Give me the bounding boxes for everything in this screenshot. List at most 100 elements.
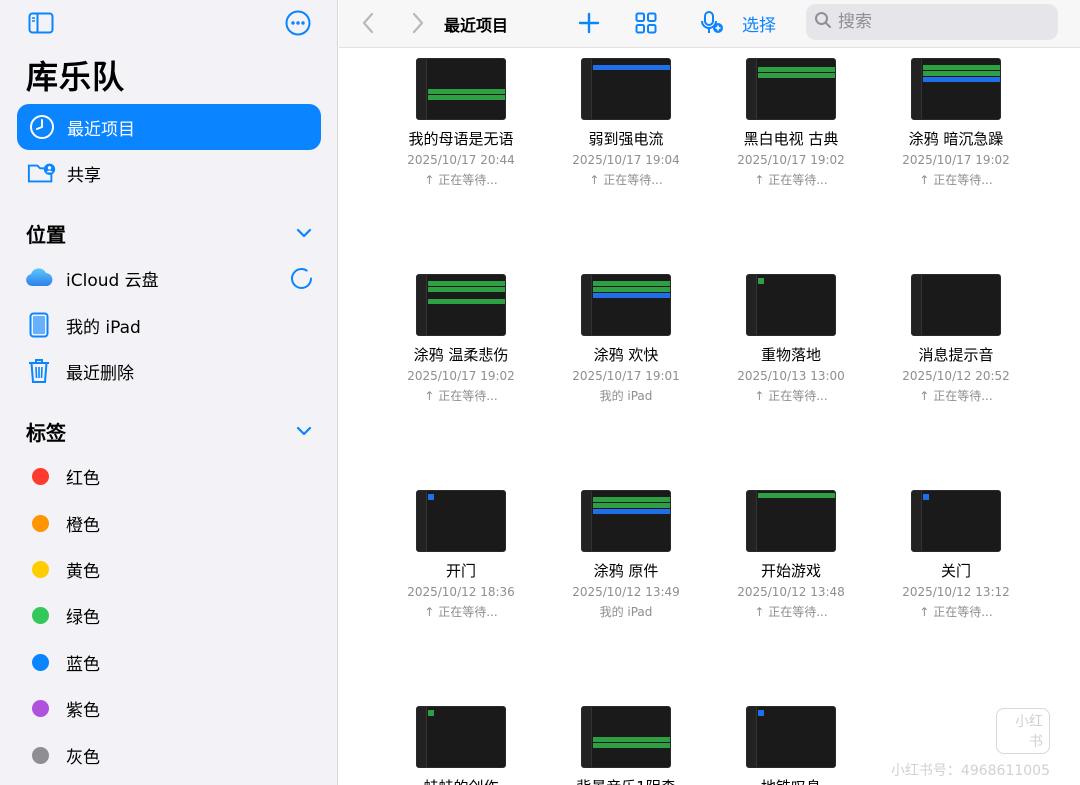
tag-label: 蓝色: [66, 654, 100, 675]
thumbnail-region: [758, 67, 835, 72]
thumbnail-track-header: [417, 491, 427, 551]
file-item[interactable]: 地铁叹息: [716, 706, 866, 785]
microphone-icon[interactable]: [698, 8, 726, 38]
tag-color-dot: [32, 699, 49, 717]
watermark-badge: 小红书: [996, 708, 1050, 754]
watermark-id: 小红书号：4968611005: [890, 763, 1050, 779]
tag-color-dot: [32, 560, 49, 578]
file-name: 我的母语是无语: [408, 130, 514, 148]
project-thumbnail[interactable]: [581, 58, 671, 120]
project-thumbnail[interactable]: [911, 58, 1001, 120]
project-thumbnail[interactable]: [746, 274, 836, 336]
sidebar-item-icloud[interactable]: iCloud 云盘: [24, 258, 324, 298]
tag-label: 橙色: [66, 515, 100, 536]
sidebar: 库乐队 最近项目 共享 位置 iCloud 云盘 我的 iPad 最近删除 标签…: [0, 0, 338, 785]
thumbnail-region: [923, 71, 1000, 76]
search-field[interactable]: [806, 4, 1058, 40]
sidebar-item-shared[interactable]: 共享: [17, 150, 321, 196]
project-thumbnail[interactable]: [416, 274, 506, 336]
project-thumbnail[interactable]: [416, 58, 506, 120]
file-status: 我的 iPad: [599, 389, 653, 403]
file-item[interactable]: 黑白电视 古典 2025/10/17 19:02 ↑ 正在等待...: [716, 58, 866, 188]
file-item[interactable]: 消息提示音 2025/10/12 20:52 ↑ 正在等待...: [881, 274, 1031, 404]
more-options-icon[interactable]: [285, 10, 311, 36]
file-item[interactable]: 背景音乐1阴森: [551, 706, 701, 785]
thumbnail-region: [593, 503, 670, 508]
thumbnail-region: [593, 65, 670, 70]
tag-color-dot: [32, 653, 49, 671]
project-thumbnail[interactable]: [746, 706, 836, 768]
project-thumbnail[interactable]: [746, 58, 836, 120]
toolbar: 最近项目 选择: [339, 0, 1080, 48]
thumbnail-region: [758, 710, 764, 716]
thumbnail-track-header: [912, 275, 922, 335]
sidebar-item-recents[interactable]: 最近项目: [17, 104, 321, 150]
clock-icon: [27, 112, 57, 142]
thumbnail-region: [923, 494, 929, 500]
file-item[interactable]: 弱到强电流 2025/10/17 19:04 ↑ 正在等待...: [551, 58, 701, 188]
add-icon[interactable]: [577, 8, 601, 38]
file-name: 关门: [940, 562, 971, 580]
project-thumbnail[interactable]: [416, 706, 506, 768]
project-thumbnail[interactable]: [416, 490, 506, 552]
thumbnail-region: [428, 287, 505, 292]
file-item[interactable]: 涂鸦 欢快 2025/10/17 19:01 我的 iPad: [551, 274, 701, 404]
tags-header: 标签: [26, 421, 66, 445]
project-thumbnail[interactable]: [581, 274, 671, 336]
search-icon: [814, 11, 832, 33]
thumbnail-region: [593, 737, 670, 742]
thumbnail-region: [758, 73, 835, 78]
file-status: ↑ 正在等待...: [919, 605, 993, 619]
sidebar-item-tag[interactable]: 紫色: [32, 693, 100, 723]
file-status: 我的 iPad: [599, 605, 653, 619]
sidebar-item-tag[interactable]: 蓝色: [32, 647, 100, 677]
thumbnail-region: [428, 281, 505, 286]
tag-color-dot: [32, 606, 49, 624]
file-item[interactable]: 涂鸦 原件 2025/10/12 13:49 我的 iPad: [551, 490, 701, 620]
file-item[interactable]: 我的母语是无语 2025/10/17 20:44 ↑ 正在等待...: [386, 58, 536, 188]
file-status: ↑ 正在等待...: [424, 605, 498, 619]
thumbnail-track-header: [747, 491, 757, 551]
back-chevron-icon[interactable]: [357, 8, 379, 38]
chevron-down-icon[interactable]: [295, 224, 313, 242]
tag-color-dot: [32, 746, 49, 764]
file-name: 重物落地: [760, 346, 821, 364]
sidebar-item-recently-deleted[interactable]: 最近删除: [24, 351, 324, 391]
thumbnail-region: [923, 65, 1000, 70]
sidebar-item-tag[interactable]: 绿色: [32, 600, 100, 630]
project-thumbnail[interactable]: [746, 490, 836, 552]
sidebar-item-tag[interactable]: 黄色: [32, 554, 100, 584]
project-thumbnail[interactable]: [911, 490, 1001, 552]
grid-view-icon[interactable]: [633, 8, 659, 38]
project-thumbnail[interactable]: [911, 274, 1001, 336]
thumbnail-region: [593, 509, 670, 514]
file-item[interactable]: 涂鸦 温柔悲伤 2025/10/17 19:02 ↑ 正在等待...: [386, 274, 536, 404]
thumbnail-region: [428, 299, 505, 304]
forward-chevron-icon[interactable]: [407, 8, 429, 38]
sidebar-item-label: 最近项目: [67, 119, 135, 140]
thumbnail-track-header: [582, 59, 592, 119]
file-item[interactable]: 关门 2025/10/12 13:12 ↑ 正在等待...: [881, 490, 1031, 620]
file-date: 2025/10/13 13:00: [737, 369, 845, 383]
select-button[interactable]: 选择: [742, 11, 776, 36]
sidebar-item-tag[interactable]: 灰色: [32, 740, 100, 770]
sidebar-item-tag[interactable]: 红色: [32, 461, 100, 491]
project-thumbnail[interactable]: [581, 490, 671, 552]
sidebar-toggle-icon[interactable]: [28, 10, 54, 36]
file-name: 涂鸦 欢快: [593, 346, 659, 364]
search-input[interactable]: [838, 12, 1038, 32]
chevron-down-icon[interactable]: [295, 422, 313, 440]
toolbar-title: 最近项目: [444, 16, 509, 35]
file-date: 2025/10/17 19:04: [572, 153, 680, 167]
file-item[interactable]: 开门 2025/10/12 18:36 ↑ 正在等待...: [386, 490, 536, 620]
file-item[interactable]: 开始游戏 2025/10/12 13:48 ↑ 正在等待...: [716, 490, 866, 620]
file-status: ↑ 正在等待...: [754, 173, 828, 187]
file-name: 消息提示音: [918, 346, 994, 364]
file-item[interactable]: 重物落地 2025/10/13 13:00 ↑ 正在等待...: [716, 274, 866, 404]
file-item[interactable]: 涂鸦 暗沉急躁 2025/10/17 19:02 ↑ 正在等待...: [881, 58, 1031, 188]
sidebar-item-tag[interactable]: 橙色: [32, 508, 100, 538]
file-item[interactable]: 蛙蛙的创作: [386, 706, 536, 785]
project-thumbnail[interactable]: [581, 706, 671, 768]
thumbnail-track-header: [417, 59, 427, 119]
sidebar-item-my-ipad[interactable]: 我的 iPad: [24, 305, 324, 345]
